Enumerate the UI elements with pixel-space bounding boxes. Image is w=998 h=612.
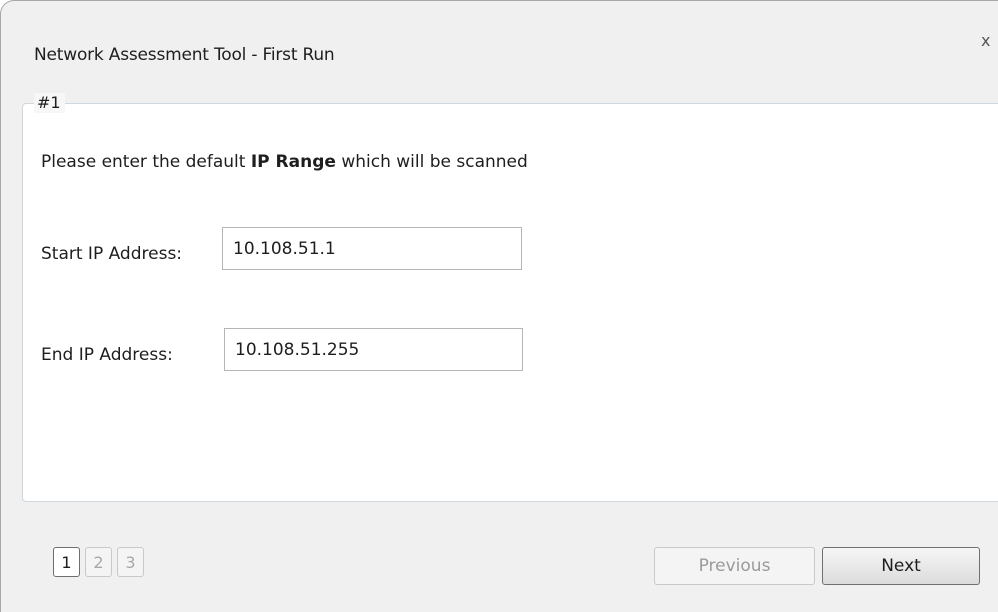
page-2-button[interactable]: 2: [85, 547, 112, 577]
window-title: Network Assessment Tool - First Run: [34, 45, 335, 65]
instruction-suffix: which will be scanned: [335, 152, 528, 172]
start-ip-input[interactable]: [222, 227, 522, 270]
instruction-prefix: Please enter the default: [41, 152, 251, 172]
instruction-text: Please enter the default IP Range which …: [41, 152, 528, 172]
instruction-bold: IP Range: [250, 152, 336, 172]
previous-button[interactable]: Previous: [654, 547, 815, 585]
next-button[interactable]: Next: [822, 547, 980, 585]
page-1-button[interactable]: 1: [53, 547, 80, 577]
end-ip-label: End IP Address:: [41, 345, 173, 365]
start-ip-label: Start IP Address:: [41, 244, 183, 264]
end-ip-input[interactable]: [224, 328, 523, 371]
close-icon[interactable]: x: [981, 31, 990, 50]
page-3-button[interactable]: 3: [117, 547, 144, 577]
group-legend: #1: [34, 93, 65, 113]
